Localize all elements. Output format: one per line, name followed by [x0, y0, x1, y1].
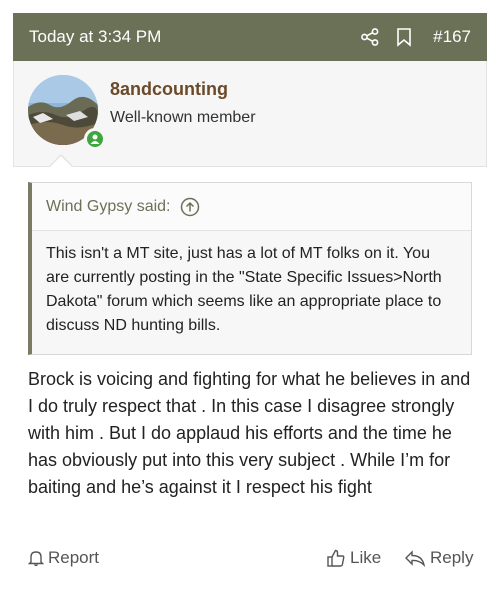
user-title: Well-known member	[110, 109, 256, 126]
bookmark-icon[interactable]	[393, 26, 415, 48]
reply-arrow-icon	[405, 550, 426, 567]
user-info-block: 8andcounting Well-known member	[13, 61, 487, 167]
post-header: Today at 3:34 PM #167	[13, 13, 487, 61]
post-timestamp[interactable]: Today at 3:34 PM	[29, 27, 347, 47]
share-icon[interactable]	[359, 26, 381, 48]
post-actions: Report Like Reply	[28, 548, 473, 576]
bell-icon	[28, 551, 44, 567]
reply-button[interactable]: Reply	[404, 548, 473, 568]
report-label: Report	[48, 548, 100, 567]
username-link[interactable]: 8andcounting	[110, 79, 228, 100]
like-button[interactable]: Like	[326, 548, 381, 568]
arrow-up-circle-icon[interactable]	[180, 197, 200, 217]
thumbs-up-icon	[327, 549, 345, 567]
online-status-indicator	[84, 128, 106, 150]
quote-author-link[interactable]: Wind Gypsy said:	[46, 198, 170, 216]
quote-header: Wind Gypsy said:	[32, 183, 471, 231]
user-icon	[90, 134, 100, 144]
reply-label: Reply	[430, 548, 474, 567]
report-button[interactable]: Report	[28, 548, 99, 568]
post-message-body: Brock is voicing and fighting for what h…	[28, 369, 471, 497]
like-label: Like	[350, 548, 382, 567]
quote-text: This isn't a MT site, just has a lot of …	[32, 231, 471, 354]
post-number-link[interactable]: #167	[433, 27, 471, 47]
quote-block: Wind Gypsy said: This isn't a MT site, j…	[28, 182, 472, 355]
